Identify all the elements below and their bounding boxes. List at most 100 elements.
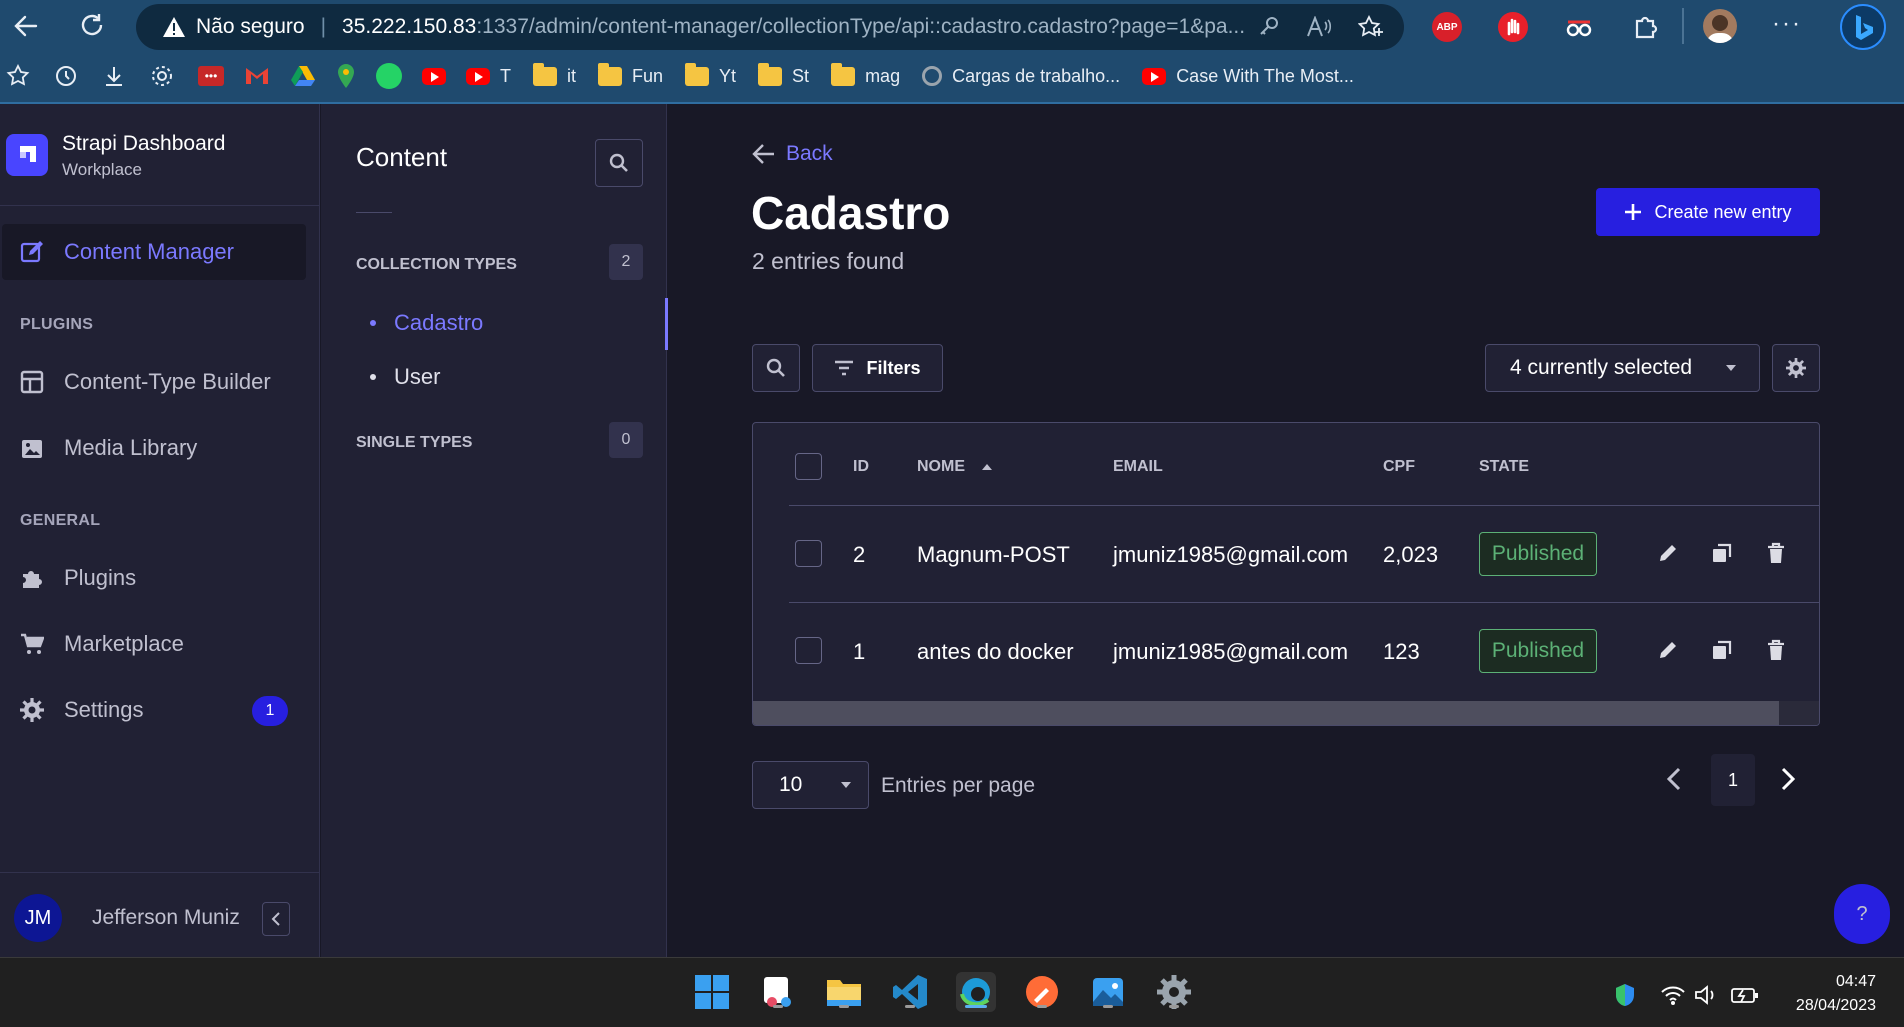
settings-gear-icon[interactable] bbox=[150, 64, 174, 88]
row-checkbox[interactable] bbox=[795, 540, 822, 567]
cell-cpf: 2,023 bbox=[1383, 542, 1439, 567]
duplicate-icon[interactable] bbox=[1711, 542, 1733, 564]
edge-browser-icon[interactable] bbox=[956, 972, 996, 1012]
spy-glasses-icon[interactable] bbox=[1564, 14, 1594, 40]
user-name[interactable]: Jefferson Muniz bbox=[92, 906, 240, 930]
snipping-tool-icon[interactable] bbox=[758, 972, 798, 1012]
reload-icon[interactable] bbox=[78, 11, 106, 39]
current-page-button[interactable]: 1 bbox=[1711, 754, 1755, 806]
vscode-icon[interactable] bbox=[890, 972, 930, 1012]
collection-types-count: 2 bbox=[609, 244, 643, 280]
history-icon[interactable] bbox=[54, 64, 78, 88]
read-aloud-icon[interactable] bbox=[1306, 16, 1332, 38]
duplicate-icon[interactable] bbox=[1711, 639, 1733, 661]
nav-marketplace[interactable]: Marketplace bbox=[2, 616, 306, 672]
edit-pencil-icon[interactable] bbox=[1657, 542, 1679, 564]
windows-start-icon[interactable] bbox=[692, 972, 732, 1012]
bookmark-it[interactable]: it bbox=[533, 62, 576, 87]
bookmark-app-icon[interactable]: ••• bbox=[198, 66, 224, 86]
nav-media-library[interactable]: Media Library bbox=[2, 420, 306, 476]
settings-app-icon[interactable] bbox=[1154, 972, 1194, 1012]
url-path[interactable]: :1337/admin/content-manager/collectionTy… bbox=[476, 15, 1245, 39]
search-icon bbox=[609, 153, 629, 173]
bookmark-case[interactable]: Case With The Most... bbox=[1142, 66, 1354, 87]
nav-plugins[interactable]: Plugins bbox=[2, 550, 306, 606]
bookmark-fun[interactable]: Fun bbox=[598, 62, 663, 87]
trash-icon[interactable] bbox=[1765, 639, 1787, 661]
subnav-item-cadastro[interactable]: Cadastro bbox=[370, 310, 483, 336]
back-arrow-icon[interactable] bbox=[12, 12, 40, 40]
back-link[interactable]: Back bbox=[752, 142, 833, 166]
clock-date: 28/04/2023 bbox=[1795, 997, 1876, 1014]
user-avatar[interactable]: JM bbox=[14, 894, 62, 942]
downloads-icon[interactable] bbox=[102, 64, 126, 88]
file-explorer-icon[interactable] bbox=[824, 972, 864, 1012]
table-row[interactable]: 2 Magnum-POST jmuniz1985@gmail.com 2,023… bbox=[753, 506, 1819, 602]
security-label[interactable]: Não seguro bbox=[196, 15, 305, 39]
column-header-email[interactable]: EMAIL bbox=[1113, 458, 1163, 476]
subnav-item-user[interactable]: User bbox=[370, 364, 440, 390]
nav-content-type-builder[interactable]: Content-Type Builder bbox=[2, 354, 306, 410]
volume-icon[interactable] bbox=[1694, 984, 1720, 1006]
row-checkbox[interactable] bbox=[795, 637, 822, 664]
favorites-star-icon[interactable] bbox=[6, 64, 30, 88]
subnav-search-button[interactable] bbox=[595, 139, 643, 187]
column-header-state[interactable]: STATE bbox=[1479, 458, 1529, 476]
clock[interactable]: 04:47 28/04/2023 bbox=[1780, 970, 1876, 1018]
select-all-checkbox[interactable] bbox=[795, 453, 822, 480]
bookmark-yt[interactable]: Yt bbox=[685, 62, 736, 87]
edit-pencil-icon[interactable] bbox=[1657, 639, 1679, 661]
more-menu-icon[interactable]: ··· bbox=[1772, 10, 1802, 38]
youtube-icon[interactable] bbox=[422, 67, 446, 85]
postman-icon[interactable] bbox=[1022, 972, 1062, 1012]
bing-chat-icon[interactable] bbox=[1840, 4, 1886, 50]
defender-shield-icon[interactable] bbox=[1612, 982, 1638, 1008]
bookmark-cargas[interactable]: Cargas de trabalho... bbox=[922, 66, 1120, 87]
table-row[interactable]: 1 antes do docker jmuniz1985@gmail.com 1… bbox=[753, 603, 1819, 699]
bookmark-st[interactable]: St bbox=[758, 62, 809, 87]
photos-icon[interactable] bbox=[1088, 972, 1128, 1012]
horizontal-scrollbar-thumb[interactable] bbox=[753, 701, 1779, 725]
create-new-entry-button[interactable]: Create new entry bbox=[1596, 188, 1820, 236]
trash-icon[interactable] bbox=[1765, 542, 1787, 564]
next-page-chevron-icon[interactable] bbox=[1778, 766, 1798, 792]
key-icon[interactable] bbox=[1258, 16, 1280, 38]
column-header-id[interactable]: ID bbox=[853, 458, 869, 476]
address-bar[interactable]: Não seguro | 35.222.150.83 :1337/admin/c… bbox=[136, 4, 1404, 50]
subnav-divider bbox=[356, 212, 392, 213]
plugins-heading: PLUGINS bbox=[20, 316, 94, 333]
list-settings-button[interactable] bbox=[1772, 344, 1820, 392]
extensions-puzzle-icon[interactable] bbox=[1632, 12, 1660, 40]
status-badge: Published bbox=[1479, 629, 1597, 673]
table-search-button[interactable] bbox=[752, 344, 800, 392]
bookmark-mag[interactable]: mag bbox=[831, 62, 900, 87]
active-indicator bbox=[965, 1005, 987, 1008]
nav-content-manager[interactable]: Content Manager bbox=[2, 224, 306, 280]
favorite-star-icon[interactable] bbox=[1358, 15, 1384, 39]
battery-charging-icon[interactable] bbox=[1730, 984, 1760, 1006]
shopping-cart-icon bbox=[20, 632, 44, 656]
wifi-icon[interactable] bbox=[1660, 984, 1686, 1006]
previous-page-chevron-icon[interactable] bbox=[1664, 766, 1684, 792]
column-header-cpf[interactable]: CPF bbox=[1383, 458, 1415, 476]
image-icon bbox=[20, 436, 44, 460]
gmail-icon[interactable] bbox=[244, 66, 270, 86]
whatsapp-icon[interactable] bbox=[376, 63, 402, 89]
filters-button[interactable]: Filters bbox=[812, 344, 943, 392]
google-maps-icon[interactable] bbox=[336, 63, 356, 89]
bookmark-t[interactable]: T bbox=[466, 66, 511, 87]
profile-avatar[interactable] bbox=[1703, 9, 1737, 43]
ublock-hand-icon[interactable] bbox=[1498, 12, 1528, 42]
subnav-title: Content bbox=[356, 142, 448, 172]
page-size-select[interactable]: 10 bbox=[752, 761, 869, 809]
warning-icon bbox=[162, 16, 186, 38]
column-header-nome[interactable]: NOME bbox=[917, 458, 993, 476]
adblock-plus-icon[interactable]: ABP bbox=[1432, 12, 1462, 42]
help-button[interactable]: ? bbox=[1834, 884, 1890, 944]
displayed-columns-select[interactable]: 4 currently selected bbox=[1485, 344, 1760, 392]
collapse-sidebar-button[interactable] bbox=[262, 902, 290, 936]
running-indicator bbox=[1103, 1005, 1113, 1008]
url-host[interactable]: 35.222.150.83 bbox=[342, 15, 476, 39]
google-drive-icon[interactable] bbox=[290, 65, 316, 87]
youtube-icon bbox=[1142, 67, 1167, 85]
